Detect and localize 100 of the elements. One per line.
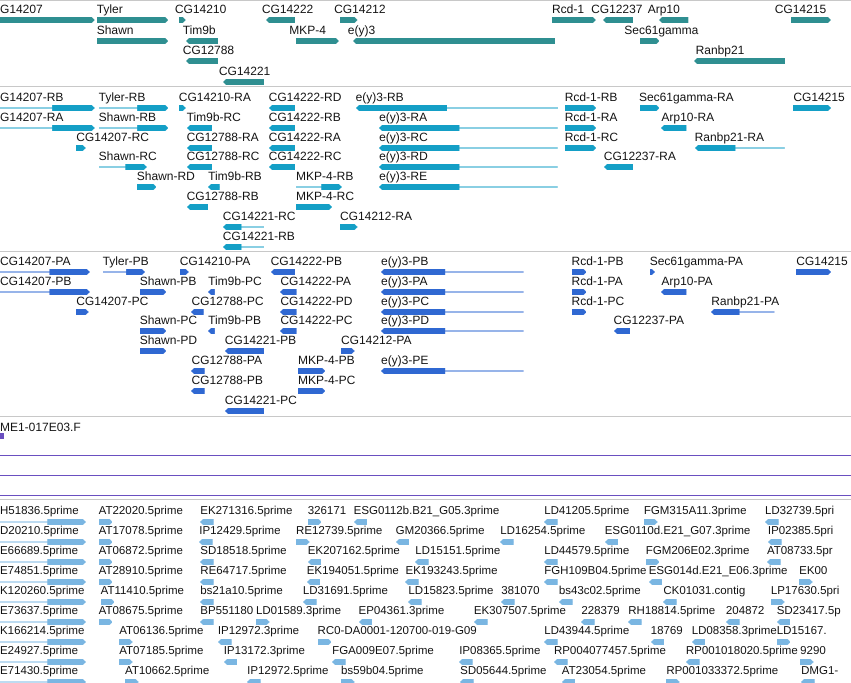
transcript-label: e(y)3-RB	[356, 91, 404, 104]
est-label: FGH109B04.5prime	[544, 565, 646, 578]
est-label: EK193243.5prime	[405, 565, 498, 578]
est-label: FGM315A11.3prime	[644, 505, 747, 518]
est-label: RP001018020.5prime	[686, 645, 798, 658]
protein-label: CG14221-PC	[224, 394, 297, 407]
clone-label: ME1-017E03.F	[0, 421, 81, 434]
est-label: LD31691.5prime	[302, 585, 388, 598]
est-label: RC0-DA0001-120700-019-G09	[318, 625, 477, 638]
protein-label: Arp10-PA	[661, 274, 713, 288]
protein-label: CG14221-PB	[224, 334, 296, 348]
est-label: DMG1-	[801, 665, 838, 678]
protein-label: Rcd-1-PC	[572, 294, 624, 308]
transcript-label: Rcd-1-RB	[564, 91, 618, 104]
transcript-label: CG12788-RC	[186, 150, 260, 164]
gene-label: CG14222	[262, 3, 314, 16]
est-label: AT28910.5prime	[98, 565, 183, 578]
protein-label: CG14207-PB	[0, 274, 72, 288]
protein-label: CG12788-PB	[191, 374, 263, 387]
transcript-label: G14207-RB	[0, 91, 64, 104]
protein-label: CG12788-PA	[191, 354, 262, 367]
transcript-label: Tim9b-RB	[208, 170, 262, 184]
est-label: E74851.5prime	[0, 565, 78, 578]
protein-label: e(y)3-PB	[381, 255, 428, 268]
est-label: 228379	[581, 605, 620, 618]
est-label: AT11410.5prime	[100, 585, 184, 598]
est-label: SD05644.5prime	[460, 665, 546, 678]
est-label: GM20366.5prime	[396, 525, 485, 538]
est-label: LD15167.	[776, 625, 827, 638]
transcript-label: CG14212-RA	[340, 210, 412, 223]
est-label: AT08733.5pr	[766, 545, 833, 558]
est-label: LP17630.5pri	[770, 585, 840, 598]
est-label: EK207162.5prime	[308, 545, 400, 558]
gene-label: CG12788	[182, 44, 234, 57]
est-label: bs59b04.5prime	[340, 665, 424, 678]
transcript-label: Rcd-1-RC	[564, 130, 618, 144]
est-label: RE64717.5prime	[200, 565, 287, 578]
est-label: IP02385.5pri	[768, 525, 834, 538]
transcript-label: CG14222-RB	[268, 110, 341, 124]
est-label: AT08675.5prime	[98, 605, 183, 618]
est-label: ESG0112b.B21_G05.3prime	[354, 505, 500, 518]
est-label: RP001033372.5prime	[666, 665, 778, 678]
transcript-label: Tyler-RB	[98, 91, 146, 104]
est-label: RH18814.5prime	[628, 605, 716, 618]
est-label: EK194051.5prime	[306, 565, 399, 578]
transcript-label: Sec61gamma-RA	[638, 91, 734, 104]
transcript-label: CG14221-RC	[222, 210, 296, 223]
protein-label: MKP-4-PC	[298, 374, 356, 387]
gene-label: e(y)3	[348, 24, 376, 36]
transcript-label: e(y)3-RE	[379, 170, 428, 184]
est-label: 9290	[800, 645, 826, 658]
est-label: LD43944.5prime	[544, 625, 630, 638]
gene-label: CG12237	[591, 3, 642, 16]
est-label: SD18518.5prime	[200, 545, 287, 558]
protein-label: CG14215	[796, 255, 848, 268]
est-label: IP12429.5prime	[199, 525, 280, 538]
est-label: EK307507.5prime	[474, 605, 566, 618]
est-label: AT07185.5prime	[119, 645, 204, 658]
est-label: 326171	[308, 505, 346, 518]
gene-label: CG14212	[334, 3, 386, 16]
est-label: LD41205.5prime	[544, 505, 630, 518]
transcript-label: CG14222-RA	[268, 130, 341, 144]
est-label: bs21a10.5prime	[200, 585, 283, 598]
transcript-label: MKP-4-RB	[296, 170, 354, 184]
est-label: RP004077457.5prime	[554, 645, 666, 658]
est-label: K166214.5prime	[0, 625, 84, 638]
gene-label: CG14221	[218, 64, 270, 78]
protein-label: CG14210-PA	[180, 255, 250, 268]
protein-label: e(y)3-PD	[381, 314, 430, 328]
est-label: RE12739.5prime	[296, 525, 382, 538]
protein-label: Ranbp21-PA	[711, 294, 780, 308]
gene-label: Tyler	[96, 3, 123, 16]
est-label: E24927.5prime	[0, 645, 78, 658]
est-label: BP551180	[200, 605, 254, 618]
transcript-label: e(y)3-RA	[379, 110, 428, 124]
est-label: K120260.5prime	[0, 585, 84, 598]
gene-label: Rcd-1	[552, 3, 584, 16]
protein-label: CG14207-PA	[0, 255, 70, 268]
protein-label: CG14222-PD	[280, 294, 352, 308]
est-label: SD23417.5p	[776, 605, 841, 618]
est-label: E66689.5prime	[0, 545, 78, 558]
est-label: LD08358.3prime	[692, 625, 777, 638]
est-label: H51836.5prime	[0, 505, 79, 518]
est-label: FGM206E02.3prime	[646, 545, 750, 558]
est-label: D20210.5prime	[0, 525, 79, 538]
protein-label: CG12237-PA	[614, 314, 684, 328]
protein-label: Tyler-PB	[102, 255, 149, 268]
protein-label: CG14222-PA	[280, 274, 351, 288]
est-label: IP12972.5prime	[247, 665, 328, 678]
protein-label: Shawn-PC	[140, 314, 198, 328]
transcript-label: MKP-4-RC	[296, 190, 354, 203]
protein-label: Shawn-PB	[140, 274, 196, 288]
transcript-label: Tim9b-RC	[186, 110, 241, 124]
protein-label: Rcd-1-PB	[572, 255, 624, 268]
est-label: AT23054.5prime	[562, 665, 646, 678]
protein-label: CG14212-PA	[340, 334, 412, 348]
est-label: AT22020.5prime	[98, 505, 183, 518]
transcript-label: Arp10-RA	[661, 110, 714, 124]
transcript-label: Shawn-RD	[136, 170, 195, 184]
gene-label: Tim9b	[182, 24, 216, 36]
